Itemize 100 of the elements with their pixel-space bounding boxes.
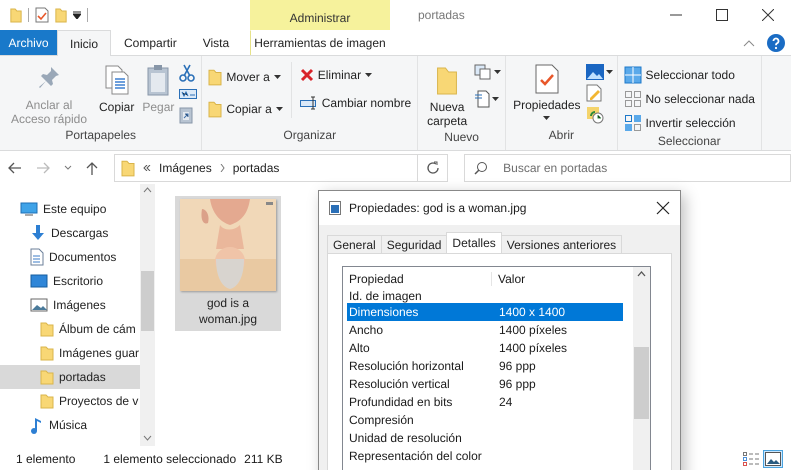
property-row[interactable]: Resolución horizontal 96 ppp bbox=[347, 357, 623, 375]
property-row[interactable]: Profundidad en bits 24 bbox=[347, 393, 623, 411]
dialog-tab[interactable]: General bbox=[327, 235, 382, 253]
context-tab-label: Administrar bbox=[250, 0, 390, 30]
delete-button[interactable]: Eliminar bbox=[298, 66, 414, 84]
copy-to-button[interactable]: Copiar a bbox=[206, 98, 285, 120]
address-bar[interactable]: Imágenes portadas bbox=[114, 154, 418, 182]
ribbon-tab[interactable]: Archivo bbox=[0, 30, 57, 55]
ribbon-tab[interactable]: Vista bbox=[190, 30, 242, 55]
sidebar-item[interactable]: Música bbox=[0, 413, 140, 437]
dialog-tab[interactable]: Seguridad bbox=[380, 235, 448, 253]
breadcrumb[interactable]: portadas bbox=[232, 160, 280, 174]
close-icon[interactable] bbox=[762, 9, 774, 21]
history-icon[interactable] bbox=[586, 106, 604, 124]
sidebar-item[interactable]: Descargas bbox=[0, 221, 140, 245]
desktop-icon bbox=[30, 274, 48, 288]
caret-icon bbox=[543, 116, 550, 120]
details-view-button[interactable] bbox=[741, 450, 761, 468]
clipboard-icon bbox=[146, 64, 170, 96]
image-open-icon[interactable] bbox=[586, 64, 604, 80]
back-icon[interactable] bbox=[8, 162, 22, 174]
rename-button[interactable]: Cambiar nombre bbox=[298, 94, 414, 112]
up-arrow-icon[interactable] bbox=[86, 160, 98, 174]
folder-icon bbox=[40, 369, 54, 385]
copy-pages-icon bbox=[104, 64, 130, 96]
dialog-tab[interactable]: Detalles bbox=[446, 232, 502, 253]
property-name: Dimensiones bbox=[348, 305, 420, 319]
property-row[interactable]: Id. de imagen bbox=[347, 291, 623, 303]
recent-dropdown-icon[interactable] bbox=[64, 164, 72, 170]
help-icon[interactable] bbox=[767, 34, 785, 52]
scissors-icon[interactable] bbox=[179, 64, 196, 82]
property-value: 1400 píxeles bbox=[498, 341, 568, 355]
new-item-icon[interactable] bbox=[474, 64, 492, 80]
pencil-page-icon[interactable] bbox=[586, 84, 602, 102]
dialog-tab[interactable]: Versiones anteriores bbox=[500, 235, 622, 253]
image-thumbnail-icon bbox=[765, 452, 781, 466]
folder-icon bbox=[40, 393, 54, 409]
copy-button[interactable]: Copiar bbox=[96, 62, 138, 116]
ribbon-tab[interactable]: Herramientas de imagen bbox=[250, 30, 390, 55]
property-row[interactable]: Alto 1400 píxeles bbox=[347, 339, 623, 357]
sidebar-item[interactable]: Imágenes guar bbox=[0, 341, 140, 365]
maximize-icon[interactable] bbox=[716, 9, 728, 21]
folder-icon bbox=[55, 7, 67, 23]
property-row[interactable]: Dimensiones 1400 x 1400 bbox=[347, 303, 623, 321]
property-name: Profundidad en bits bbox=[348, 395, 454, 409]
group-label: Organizar bbox=[282, 128, 338, 144]
property-value: 24 bbox=[498, 395, 512, 409]
search-icon bbox=[474, 160, 488, 174]
ribbon-tab[interactable]: Compartir bbox=[111, 30, 190, 55]
scrollbar[interactable] bbox=[633, 267, 650, 470]
checkmark-page-icon[interactable] bbox=[35, 7, 49, 23]
group-label: Portapapeles bbox=[64, 128, 138, 144]
folder-icon bbox=[121, 158, 135, 176]
copy-path-icon[interactable] bbox=[179, 88, 198, 100]
breadcrumb[interactable]: Imágenes bbox=[159, 160, 212, 174]
property-name: Resolución horizontal bbox=[348, 359, 465, 373]
scrollbar-thumb[interactable] bbox=[634, 347, 649, 419]
refresh-icon bbox=[426, 160, 440, 174]
properties-button[interactable]: Propiedades bbox=[510, 62, 584, 122]
close-icon[interactable] bbox=[656, 201, 670, 215]
property-row[interactable]: Ancho 1400 píxeles bbox=[347, 321, 623, 339]
new-folder-button[interactable]: Nueva carpeta bbox=[422, 62, 472, 130]
select-all-button[interactable]: Seleccionar todo bbox=[622, 64, 757, 86]
sidebar-item[interactable]: portadas bbox=[0, 365, 140, 389]
large-icons-view-button[interactable] bbox=[763, 450, 783, 468]
property-row[interactable]: Unidad de resolución bbox=[347, 429, 623, 447]
property-row[interactable]: Resolución vertical 96 ppp bbox=[347, 375, 623, 393]
column-header[interactable]: Propiedad bbox=[343, 272, 492, 286]
property-name: Id. de imagen bbox=[348, 291, 423, 303]
property-value: 1400 x 1400 bbox=[498, 305, 566, 319]
sidebar-item[interactable]: Proyectos de v bbox=[0, 389, 140, 413]
move-to-button[interactable]: Mover a bbox=[206, 66, 285, 88]
collapse-ribbon-icon[interactable] bbox=[743, 38, 755, 46]
property-row[interactable]: Representación del color bbox=[347, 447, 623, 465]
property-name: Ancho bbox=[348, 323, 384, 337]
invert-selection-button[interactable]: Invertir selección bbox=[622, 112, 757, 134]
file-item[interactable]: god is a woman.jpg bbox=[175, 196, 281, 331]
sidebar-item[interactable]: Álbum de cám bbox=[0, 317, 140, 341]
customize-dropdown-icon[interactable] bbox=[73, 11, 81, 19]
caret-icon bbox=[494, 70, 502, 74]
details-list-icon bbox=[743, 452, 759, 466]
property-row[interactable]: Compresión bbox=[347, 411, 623, 429]
refresh-button[interactable] bbox=[418, 154, 448, 182]
column-header[interactable]: Valor bbox=[492, 272, 526, 286]
delete-x-icon bbox=[300, 68, 314, 82]
scrollbar-thumb[interactable] bbox=[141, 271, 154, 331]
sidebar-item[interactable]: Escritorio bbox=[0, 269, 140, 293]
breadcrumb-chevron-icon bbox=[220, 164, 225, 172]
ribbon-tab[interactable]: Inicio bbox=[57, 30, 112, 56]
sidebar-item[interactable]: Este equipo bbox=[0, 197, 140, 221]
music-note-icon bbox=[30, 416, 44, 434]
scrollbar[interactable] bbox=[140, 184, 155, 446]
sidebar-item[interactable]: Imágenes bbox=[0, 293, 140, 317]
sidebar-item[interactable]: Documentos bbox=[0, 245, 140, 269]
select-none-button[interactable]: No seleccionar nada bbox=[622, 88, 757, 110]
search-field[interactable]: Buscar en portadas bbox=[464, 154, 791, 182]
select-all-icon bbox=[624, 66, 642, 84]
paste-shortcut-icon[interactable] bbox=[179, 106, 194, 124]
group-label: Nuevo bbox=[443, 130, 480, 146]
image-file-icon bbox=[329, 201, 341, 215]
